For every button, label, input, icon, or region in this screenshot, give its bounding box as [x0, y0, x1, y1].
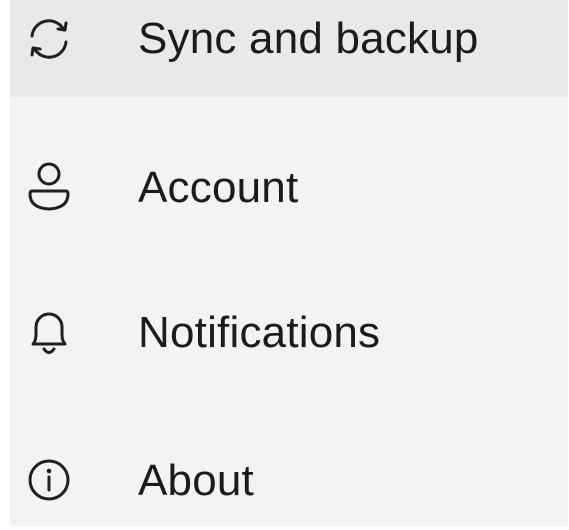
menu-item-sync-and-backup[interactable]: Sync and backup — [10, 0, 568, 97]
sync-icon — [30, 19, 68, 59]
menu-item-notifications[interactable]: Notifications — [10, 283, 568, 383]
menu-item-label: Account — [138, 163, 299, 212]
menu-item-label: Notifications — [138, 308, 381, 357]
menu-item-about[interactable]: About — [10, 430, 568, 530]
info-icon — [28, 459, 70, 501]
bell-icon — [31, 312, 67, 354]
person-icon — [28, 162, 70, 211]
settings-menu: Sync and backup Account Notifications Ab… — [10, 0, 568, 526]
menu-item-label: About — [138, 456, 254, 505]
menu-item-account[interactable]: Account — [10, 137, 568, 237]
menu-item-label: Sync and backup — [138, 14, 479, 63]
